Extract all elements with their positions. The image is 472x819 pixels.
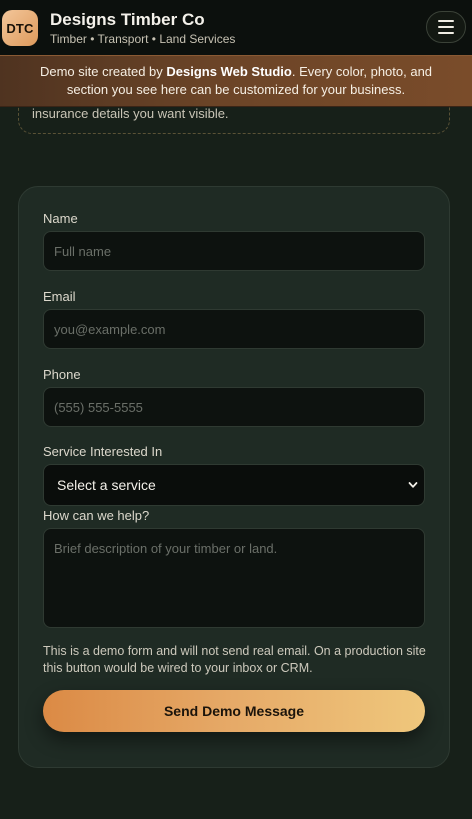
demo-form-note: This is a demo form and will not send re… [43, 644, 426, 675]
name-label: Name [43, 211, 78, 226]
brand-block: Designs Timber Co Timber • Transport • L… [50, 10, 235, 46]
demo-banner-text: Demo site created by Designs Web Studio.… [24, 63, 448, 99]
message-label: How can we help? [43, 508, 150, 523]
logo-text: DTC [6, 20, 34, 36]
chevron-down-icon [408, 482, 418, 488]
hamburger-icon [438, 20, 454, 22]
menu-button[interactable] [426, 11, 466, 43]
name-input[interactable] [43, 231, 425, 271]
brand-logo[interactable]: DTC [2, 10, 38, 46]
previous-info-text: insurance details you want visible. [32, 106, 229, 121]
brand-name: Designs Timber Co [50, 10, 205, 29]
service-label: Service Interested In [43, 444, 163, 459]
hamburger-icon-line [438, 32, 454, 34]
banner-studio-name: Designs Web Studio [166, 64, 292, 79]
message-textarea[interactable] [43, 528, 425, 628]
phone-input[interactable] [43, 387, 425, 427]
demo-banner: Demo site created by Designs Web Studio.… [0, 55, 472, 107]
hamburger-icon-line [438, 26, 454, 28]
site-header: DTC Designs Timber Co Timber • Transport… [0, 0, 472, 56]
email-label: Email [43, 289, 76, 304]
service-select-value: Select a service [57, 477, 156, 493]
service-select[interactable]: Select a service [43, 464, 425, 506]
phone-label: Phone [43, 367, 81, 382]
brand-tagline: Timber • Transport • Land Services [50, 32, 236, 46]
send-demo-message-button[interactable]: Send Demo Message [43, 690, 425, 732]
email-input[interactable] [43, 309, 425, 349]
banner-prefix: Demo site created by [39, 64, 167, 79]
